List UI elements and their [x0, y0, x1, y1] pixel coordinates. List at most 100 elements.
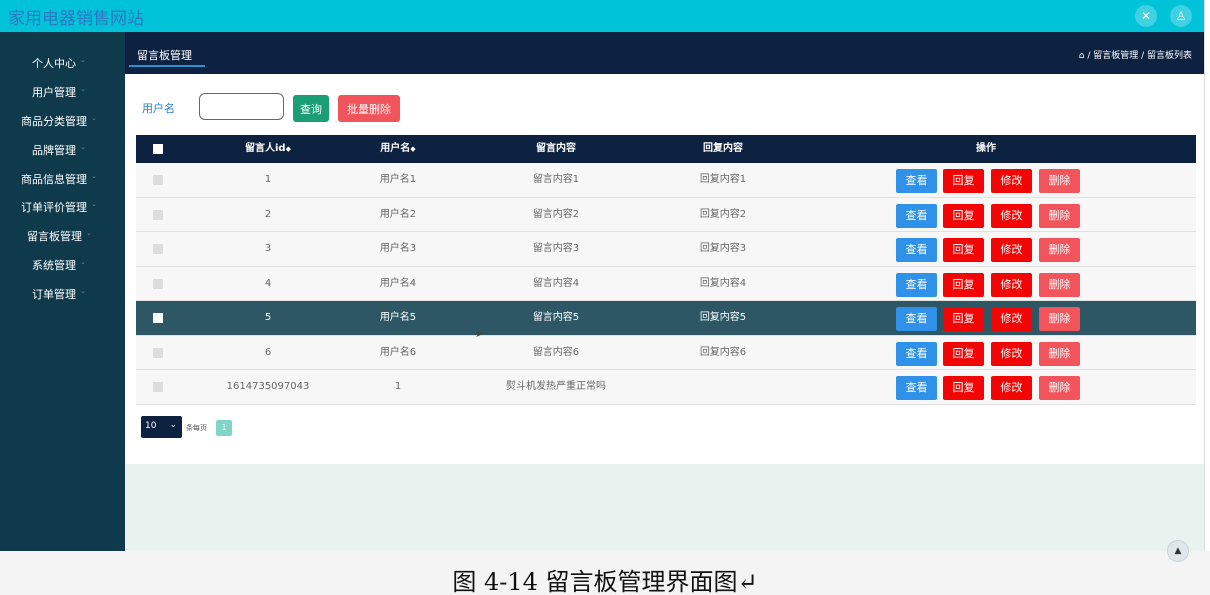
- cell-id: 5: [264, 312, 272, 323]
- row-checkbox[interactable]: [153, 244, 163, 254]
- chevron-down-icon: ⌄: [80, 287, 86, 295]
- cell-reply: [673, 370, 773, 404]
- sidebar-item-label: 系统管理: [32, 259, 76, 272]
- tab-active-indicator: [129, 65, 205, 67]
- page-number-button[interactable]: 1: [216, 420, 232, 436]
- page-size-select[interactable]: 10 ⌄: [141, 416, 182, 438]
- sidebar-item-brands[interactable]: 品牌管理 ⌄: [0, 138, 125, 160]
- sidebar-item-orders[interactable]: 订单管理 ⌄: [0, 282, 125, 304]
- view-button[interactable]: 查看: [896, 238, 937, 262]
- view-button[interactable]: 查看: [896, 272, 937, 297]
- sort-icon[interactable]: ◆: [410, 145, 415, 153]
- chevron-down-icon: ⌄: [170, 420, 177, 429]
- mouse-cursor-icon: ➤: [475, 327, 485, 340]
- table-row[interactable]: 1614735097043 1 熨斗机发热严重正常吗 查看 回复 修改 删除: [136, 370, 1196, 405]
- view-button[interactable]: 查看: [896, 341, 937, 366]
- cell-reply: 回复内容6: [699, 346, 747, 358]
- edit-button[interactable]: 修改: [991, 238, 1032, 262]
- reply-button[interactable]: 回复: [943, 307, 984, 331]
- window-edge: [1204, 0, 1210, 551]
- user-icon[interactable]: ♙: [1170, 5, 1192, 27]
- row-checkbox[interactable]: [153, 382, 163, 392]
- view-button[interactable]: 查看: [896, 203, 937, 228]
- reply-button[interactable]: 回复: [943, 376, 984, 400]
- sidebar-item-reviews[interactable]: 订单评价管理 ⌄: [0, 195, 125, 217]
- reply-button[interactable]: 回复: [943, 203, 984, 228]
- chevron-down-icon: ⌄: [91, 114, 97, 122]
- table-row[interactable]: 4 用户名4 留言内容4 回复内容4 查看 回复 修改 删除: [136, 266, 1196, 301]
- sidebar-item-label: 商品分类管理: [21, 115, 87, 128]
- edit-button[interactable]: 修改: [991, 272, 1032, 297]
- sidebar-item-system[interactable]: 系统管理 ⌄: [0, 253, 125, 275]
- row-checkbox[interactable]: [153, 313, 163, 323]
- delete-button[interactable]: 删除: [1039, 341, 1080, 366]
- delete-button[interactable]: 删除: [1039, 169, 1080, 193]
- edit-button[interactable]: 修改: [991, 341, 1032, 366]
- sidebar-item-categories[interactable]: 商品分类管理 ⌄: [0, 109, 125, 131]
- table-header: 留言人id◆ 用户名◆ 留言内容 回复内容 操作: [136, 135, 1196, 163]
- row-checkbox[interactable]: [153, 347, 163, 358]
- edit-button[interactable]: 修改: [991, 169, 1032, 193]
- header-id-label: 留言人id: [245, 143, 286, 154]
- chevron-down-icon: ⌄: [86, 229, 92, 237]
- header-reply: 回复内容: [703, 143, 743, 154]
- delete-button[interactable]: 删除: [1039, 203, 1080, 228]
- edit-button[interactable]: 修改: [991, 376, 1032, 400]
- view-button[interactable]: 查看: [896, 307, 937, 331]
- search-label: 用户名: [142, 102, 175, 115]
- back-to-top-icon[interactable]: ▲: [1167, 540, 1189, 562]
- reply-button[interactable]: 回复: [943, 169, 984, 193]
- table-row[interactable]: 1 用户名1 留言内容1 回复内容1 查看 回复 修改 删除: [136, 163, 1196, 198]
- tab-messages[interactable]: 留言板管理: [137, 47, 192, 63]
- table-row[interactable]: 6 用户名6 留言内容6 回复内容6 查看 回复 修改 删除: [136, 335, 1196, 370]
- edit-button[interactable]: 修改: [991, 307, 1032, 331]
- select-all-checkbox[interactable]: [153, 144, 163, 154]
- reply-button[interactable]: 回复: [943, 341, 984, 366]
- page-size-value: 10: [145, 421, 157, 431]
- sidebar-item-label: 留言板管理: [27, 230, 82, 243]
- cell-content: 留言内容4: [532, 277, 580, 289]
- username-search-input[interactable]: [199, 93, 284, 120]
- home-icon[interactable]: ⌂: [1079, 51, 1085, 61]
- sidebar-item-profile[interactable]: 个人中心 ⌄: [0, 51, 125, 73]
- delete-button[interactable]: 删除: [1039, 272, 1080, 297]
- fullscreen-icon[interactable]: ✕: [1135, 5, 1157, 27]
- chevron-down-icon: ⌄: [80, 85, 86, 93]
- sidebar-item-label: 品牌管理: [32, 144, 76, 157]
- reply-button[interactable]: 回复: [943, 238, 984, 262]
- cell-id: 3: [264, 243, 272, 254]
- header-id[interactable]: 留言人id◆: [213, 135, 323, 163]
- batch-delete-button[interactable]: 批量删除: [338, 95, 400, 122]
- table-row[interactable]: 3 用户名3 留言内容3 回复内容3 查看 回复 修改 删除: [136, 232, 1196, 267]
- cell-content: 留言内容5: [532, 312, 580, 323]
- per-page-label: 条每页: [186, 424, 207, 432]
- view-button[interactable]: 查看: [896, 376, 937, 400]
- view-button[interactable]: 查看: [896, 169, 937, 193]
- row-checkbox[interactable]: [153, 175, 163, 185]
- cell-username: 用户名6: [379, 346, 417, 358]
- edit-button[interactable]: 修改: [991, 203, 1032, 228]
- sidebar-item-products[interactable]: 商品信息管理 ⌄: [0, 167, 125, 189]
- query-button[interactable]: 查询: [293, 95, 329, 122]
- chevron-down-icon: ⌄: [80, 258, 86, 266]
- row-checkbox[interactable]: [153, 278, 163, 289]
- page-header: 留言板管理 ⌂ / 留言板管理 / 留言板列表: [125, 32, 1204, 74]
- chevron-down-icon: ⌄: [91, 172, 97, 180]
- reply-button[interactable]: 回复: [943, 272, 984, 297]
- sidebar-item-users[interactable]: 用户管理 ⌄: [0, 80, 125, 102]
- delete-button[interactable]: 删除: [1039, 238, 1080, 262]
- breadcrumb-text: / 留言板管理 / 留言板列表: [1087, 51, 1192, 61]
- sidebar-item-messages[interactable]: 留言板管理 ⌄: [0, 224, 125, 246]
- table-row[interactable]: 5 用户名5 留言内容5 回复内容5 查看 回复 修改 删除: [136, 301, 1196, 336]
- header-username[interactable]: 用户名◆: [348, 135, 448, 163]
- sort-icon[interactable]: ◆: [286, 145, 291, 153]
- delete-button[interactable]: 删除: [1039, 307, 1080, 331]
- chevron-down-icon: ⌄: [80, 143, 86, 151]
- sidebar-item-label: 个人中心: [32, 57, 76, 70]
- table-row[interactable]: 2 用户名2 留言内容2 回复内容2 查看 回复 修改 删除: [136, 197, 1196, 232]
- table-body: 1 用户名1 留言内容1 回复内容1 查看 回复 修改 删除 2 用户名2 留言内容2 回复内容2 查看…: [136, 163, 1196, 405]
- cell-reply: 回复内容4: [699, 277, 747, 289]
- chevron-down-icon: ⌄: [80, 56, 86, 64]
- delete-button[interactable]: 删除: [1039, 376, 1080, 400]
- row-checkbox[interactable]: [153, 209, 163, 220]
